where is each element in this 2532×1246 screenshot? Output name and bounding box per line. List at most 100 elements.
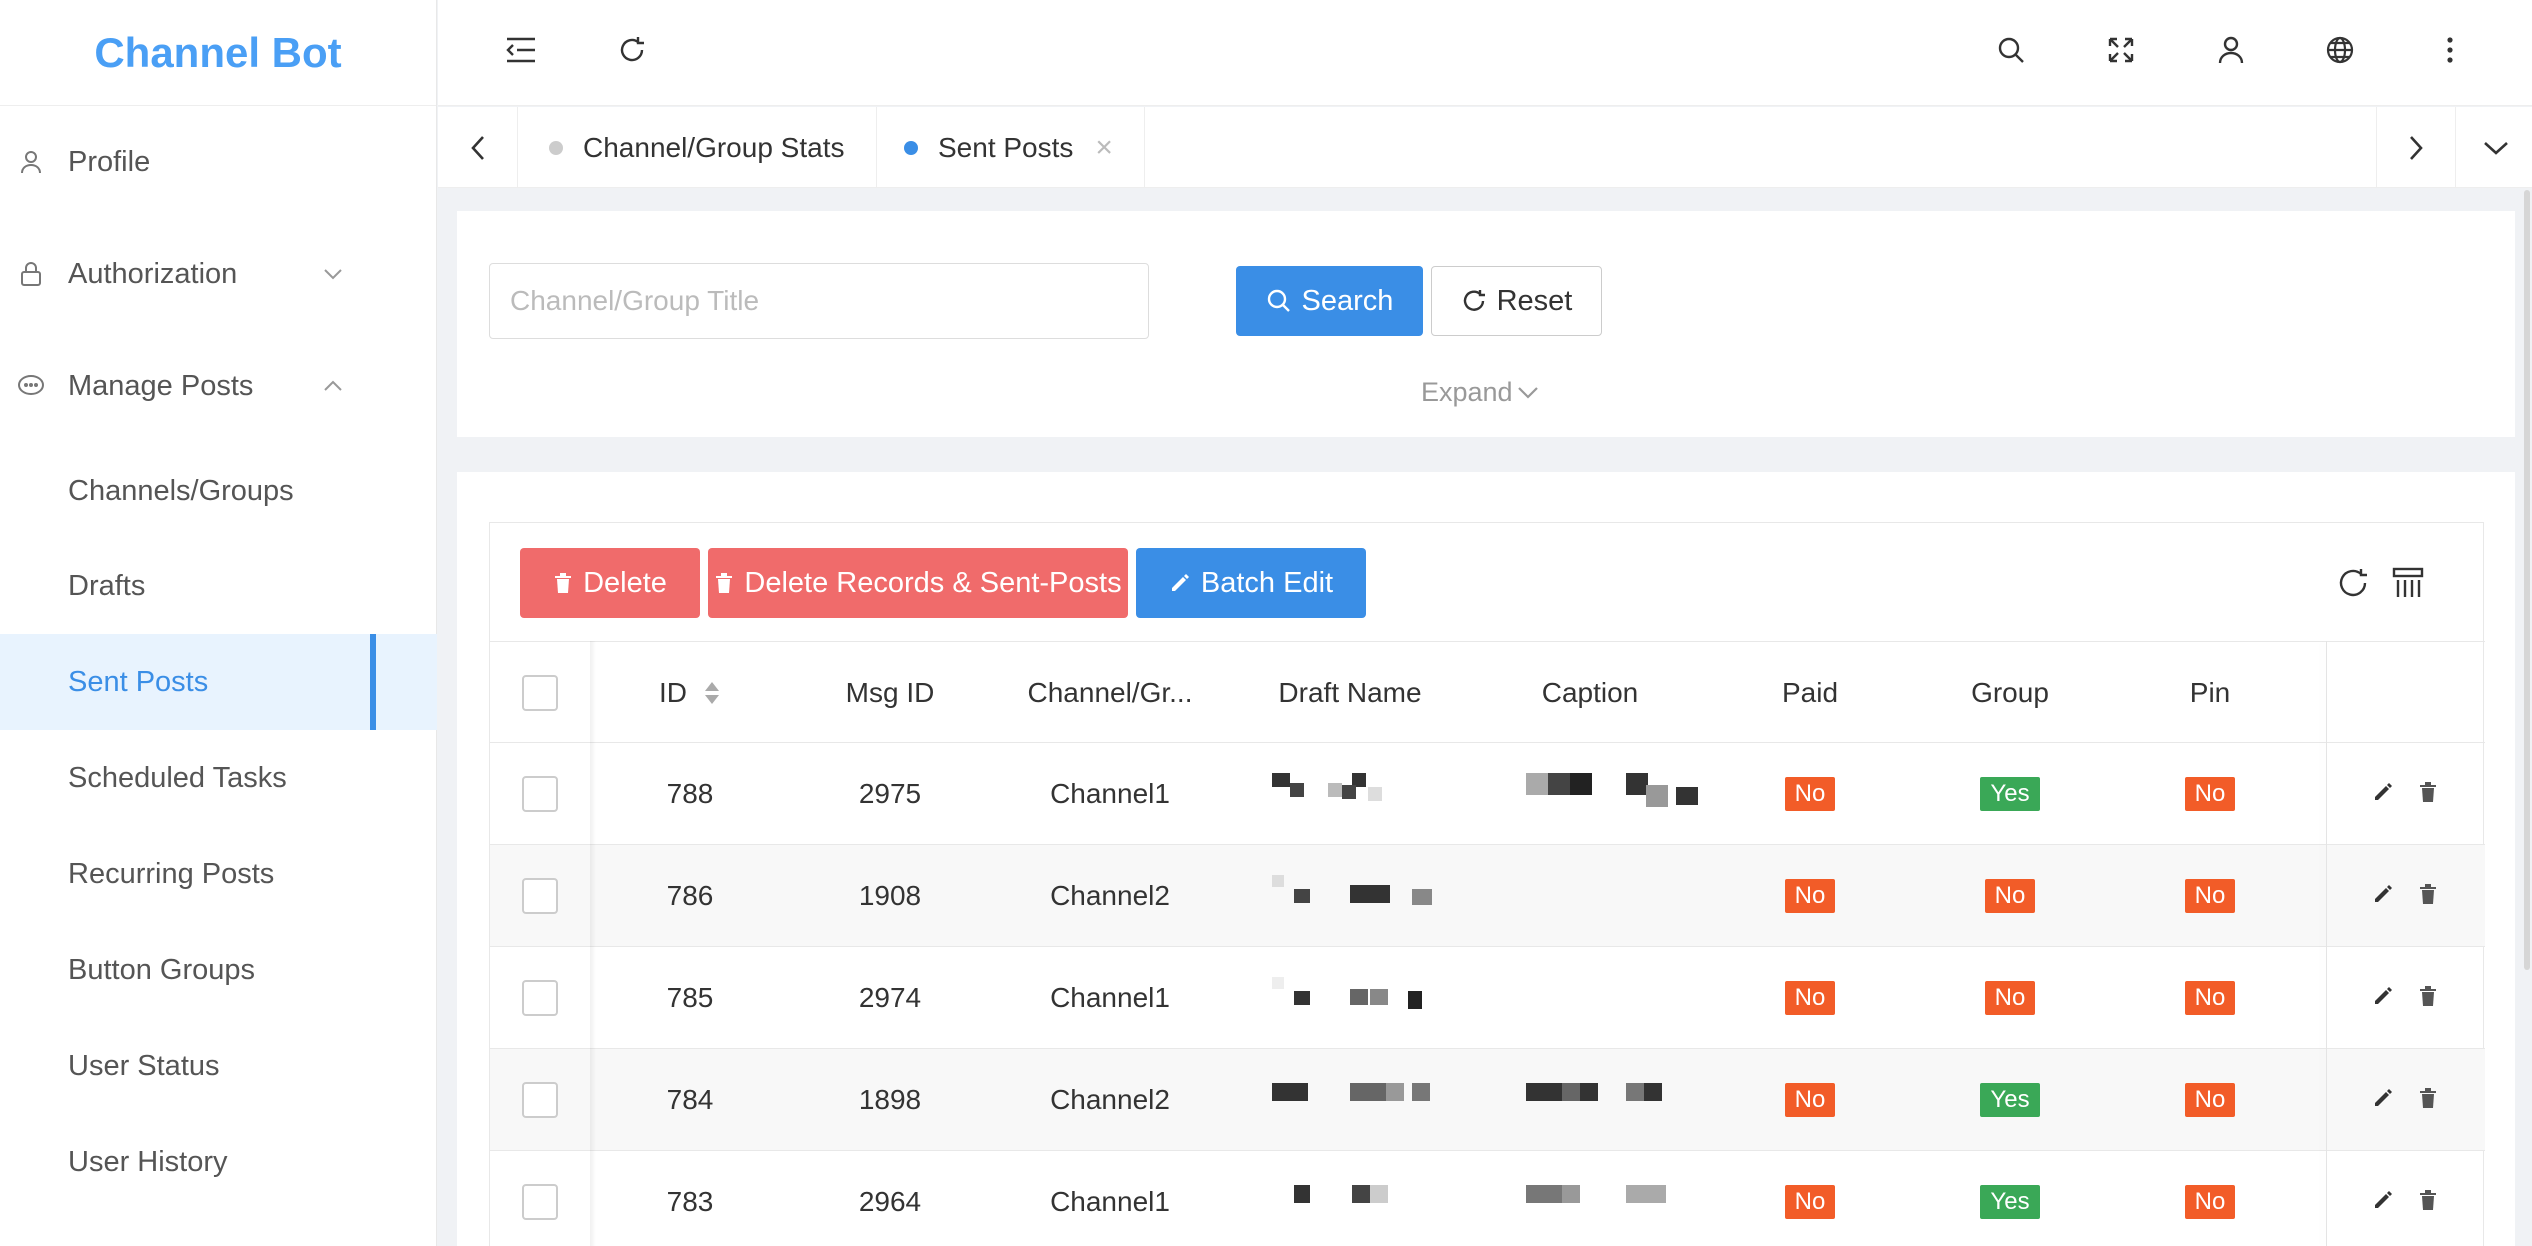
redaction-block	[1370, 989, 1388, 1005]
sidebar-item-manage-posts[interactable]: Manage Posts	[0, 338, 437, 434]
cell-draft-name-redacted	[1272, 875, 1452, 915]
table-row[interactable]: 788 2975 Channel1 No Yes No	[490, 743, 2485, 845]
sidebar-item-label: Scheduled Tasks	[68, 761, 287, 794]
reset-button[interactable]: Reset	[1431, 266, 1602, 336]
table-row[interactable]: 785 2974 Channel1 No No No	[490, 947, 2485, 1049]
cell-pin: No	[2110, 1049, 2310, 1151]
cell-draft-name-redacted	[1272, 773, 1452, 813]
table-row[interactable]: 786 1908 Channel2 No No No	[490, 845, 2485, 947]
redaction-block	[1272, 1083, 1308, 1101]
row-checkbox[interactable]	[522, 776, 558, 812]
search-button[interactable]: Search	[1236, 266, 1423, 336]
row-checkbox[interactable]	[522, 1184, 558, 1220]
delete-button[interactable]: Delete	[520, 548, 700, 618]
trash-icon	[2418, 883, 2438, 910]
select-all-checkbox[interactable]	[522, 675, 558, 711]
cell-id: 786	[666, 880, 714, 911]
batch-edit-button[interactable]: Batch Edit	[1136, 548, 1366, 618]
trash-icon	[2418, 985, 2438, 1012]
edit-row-button[interactable]	[2372, 1151, 2394, 1246]
cell-id: 784	[666, 1084, 714, 1115]
sidebar-item-profile[interactable]: Profile	[0, 114, 437, 210]
delete-row-button[interactable]	[2418, 947, 2438, 1049]
cell-channel-group: Channel2	[1050, 880, 1170, 911]
cell-id: 785	[666, 982, 714, 1013]
cell-group: Yes	[1910, 1151, 2110, 1246]
edit-row-button[interactable]	[2372, 743, 2394, 845]
edit-icon	[2372, 985, 2394, 1012]
refresh-icon[interactable]	[610, 28, 654, 72]
edit-row-button[interactable]	[2372, 1049, 2394, 1151]
pin-tag: No	[2184, 1083, 2236, 1117]
sidebar-item-scheduled-tasks[interactable]: Scheduled Tasks	[0, 730, 437, 826]
redaction-block	[1626, 1185, 1666, 1203]
redaction-block	[1412, 889, 1432, 905]
column-header-draft-name: Draft Name	[1278, 677, 1422, 708]
expand-toggle[interactable]: Expand	[1421, 377, 1539, 408]
redaction-block	[1570, 773, 1592, 795]
tabs-dropdown-button[interactable]	[2456, 107, 2532, 188]
tab-channel-group-stats[interactable]: Channel/Group Stats	[518, 107, 877, 188]
user-icon[interactable]	[2209, 28, 2253, 72]
column-header-id[interactable]: ID	[590, 642, 790, 744]
sidebar-item-channels-groups[interactable]: Channels/Groups	[0, 443, 437, 539]
redaction-block	[1328, 783, 1342, 797]
search-icon[interactable]	[1989, 28, 2033, 72]
sidebar-item-user-status[interactable]: User Status	[0, 1018, 437, 1114]
sidebar-item-user-history[interactable]: User History	[0, 1114, 437, 1210]
row-checkbox[interactable]	[522, 1082, 558, 1118]
redaction-block	[1626, 773, 1648, 795]
row-checkbox[interactable]	[522, 980, 558, 1016]
data-table: Delete Delete Records & Sent-Posts Batch…	[489, 522, 2485, 1246]
refresh-icon[interactable]	[2333, 563, 2373, 603]
column-settings-icon[interactable]	[2388, 563, 2428, 603]
sidebar-item-sent-posts[interactable]: Sent Posts	[0, 634, 437, 730]
edit-row-button[interactable]	[2372, 845, 2394, 947]
delete-row-button[interactable]	[2418, 1049, 2438, 1151]
tabs-next-button[interactable]	[2376, 107, 2456, 188]
page-scrollbar[interactable]	[2524, 190, 2530, 970]
sidebar-item-button-groups[interactable]: Button Groups	[0, 922, 437, 1018]
edit-icon	[2372, 1189, 2394, 1216]
app-logo[interactable]: Channel Bot	[0, 0, 436, 106]
redaction-block	[1368, 787, 1382, 801]
delete-records-button[interactable]: Delete Records & Sent-Posts	[708, 548, 1128, 618]
cell-draft-name-redacted	[1272, 977, 1452, 1017]
edit-icon	[2372, 1087, 2394, 1114]
row-select-cell	[490, 845, 590, 947]
sidebar-item-label: Drafts	[68, 569, 146, 602]
edit-row-button[interactable]	[2372, 947, 2394, 1049]
chevron-down-icon	[318, 259, 348, 289]
delete-row-button[interactable]	[2418, 1151, 2438, 1246]
sidebar-item-recurring-posts[interactable]: Recurring Posts	[0, 826, 437, 922]
cell-draft-name-redacted	[1272, 1181, 1452, 1221]
menu-fold-icon[interactable]	[499, 28, 543, 72]
tabs-prev-button[interactable]	[438, 107, 518, 188]
fullscreen-icon[interactable]	[2099, 28, 2143, 72]
channel-group-title-input[interactable]	[489, 263, 1149, 339]
row-checkbox[interactable]	[522, 878, 558, 914]
more-vertical-icon[interactable]	[2428, 28, 2472, 72]
globe-icon[interactable]	[2318, 28, 2362, 72]
redaction-block	[1370, 1185, 1388, 1203]
redaction-block	[1272, 977, 1284, 989]
close-icon[interactable]: ×	[1095, 131, 1113, 165]
table-row[interactable]: 783 2964 Channel1 No Yes No	[490, 1151, 2485, 1246]
delete-row-button[interactable]	[2418, 845, 2438, 947]
tab-sent-posts[interactable]: Sent Posts ×	[873, 107, 1145, 188]
redaction-block	[1626, 1083, 1644, 1101]
sidebar-item-authorization[interactable]: Authorization	[0, 226, 437, 322]
group-tag: No	[1984, 981, 2036, 1015]
cell-channel-group: Channel2	[1050, 1084, 1170, 1115]
column-header-paid: Paid	[1781, 677, 1839, 708]
cell-paid: No	[1710, 743, 1910, 845]
tab-label: Sent Posts	[938, 131, 1074, 163]
column-header-pin: Pin	[2189, 677, 2231, 708]
table-row[interactable]: 784 1898 Channel2 No Yes No	[490, 1049, 2485, 1151]
delete-row-button[interactable]	[2418, 743, 2438, 845]
sort-icon[interactable]	[703, 680, 721, 706]
trash-icon	[2418, 1189, 2438, 1216]
sidebar-item-drafts[interactable]: Drafts	[0, 538, 437, 634]
sidebar-item-label: User Status	[68, 1049, 220, 1082]
cell-msg-id: 1898	[858, 1084, 922, 1115]
